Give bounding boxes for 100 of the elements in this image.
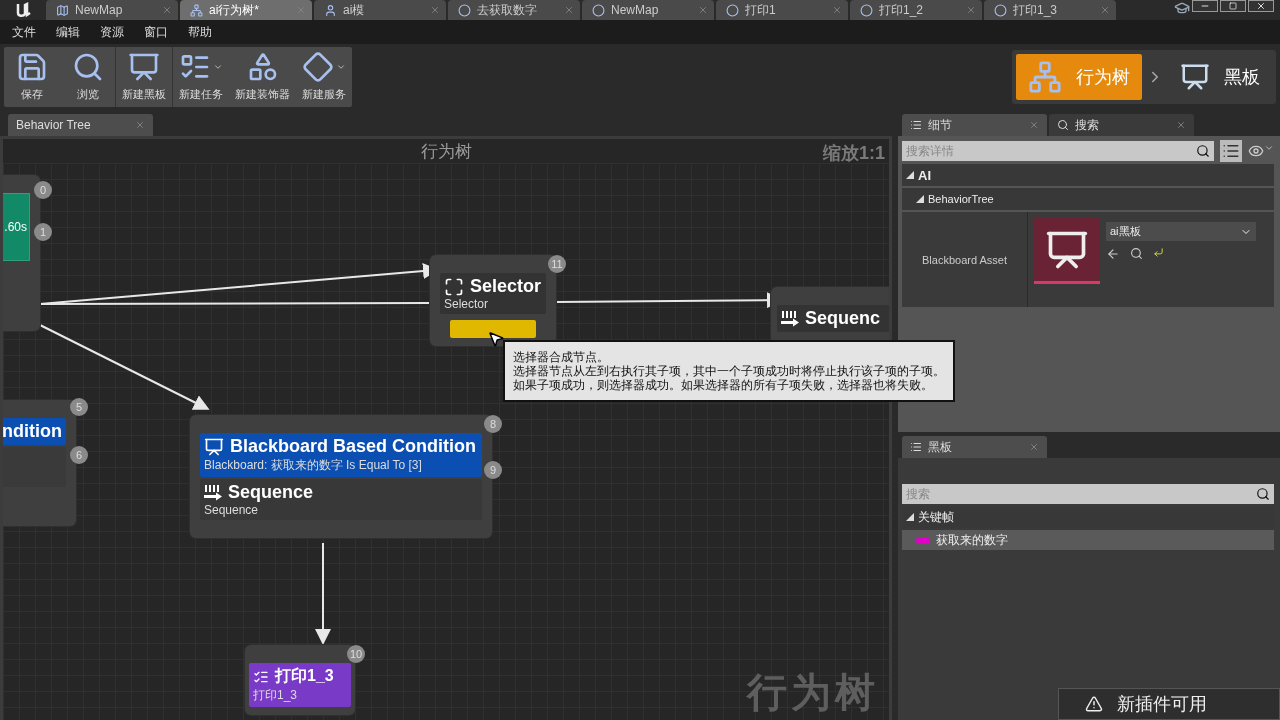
tree-icon xyxy=(1028,60,1062,94)
learn-icon[interactable] xyxy=(1174,0,1190,16)
search-icon xyxy=(1057,119,1069,131)
restore-icon xyxy=(1229,2,1237,10)
node-index-badge: 0 xyxy=(34,181,52,199)
graph-tab[interactable]: Behavior Tree xyxy=(8,114,153,136)
root-node[interactable]: .60s xyxy=(3,175,40,331)
node-subtitle: 打印1_3 xyxy=(253,687,299,704)
toolbar-button[interactable]: 浏览 xyxy=(60,47,116,107)
expand-triangle-icon[interactable] xyxy=(906,513,914,521)
toolbar-icon xyxy=(128,51,160,83)
asset-dropdown[interactable]: ai黑板 xyxy=(1106,222,1256,241)
node-index-badge: 10 xyxy=(347,645,365,663)
decorator-title: ndition xyxy=(3,421,62,442)
node-subtitle: Selector xyxy=(444,297,490,311)
node-index-badge: 6 xyxy=(70,446,88,464)
sequence-icon xyxy=(781,310,799,327)
category-header[interactable]: AI xyxy=(918,167,931,183)
list-icon xyxy=(1222,142,1240,160)
node-title: Sequence xyxy=(228,482,314,503)
tab-icon xyxy=(592,3,605,17)
toolbar-button[interactable]: 新建黑板 xyxy=(116,47,173,107)
close-button[interactable] xyxy=(1248,0,1274,12)
search-icon[interactable] xyxy=(1256,487,1270,501)
node-time-block: .60s xyxy=(3,193,30,261)
tab-icon xyxy=(994,3,1007,17)
node-index-badge: 5 xyxy=(70,398,88,416)
expand-triangle-icon[interactable] xyxy=(916,195,924,203)
node-title: Sequenc xyxy=(805,308,881,329)
toolbar-icon xyxy=(302,51,334,83)
selector-icon xyxy=(444,276,464,297)
blackboard-icon xyxy=(204,436,224,457)
back-arrow-icon[interactable] xyxy=(1106,247,1120,261)
graph-watermark: 行为树 xyxy=(747,669,879,716)
restore-button[interactable] xyxy=(1220,0,1246,12)
warning-icon xyxy=(1085,695,1103,713)
document-tab[interactable]: NewMap xyxy=(582,0,714,20)
visibility-button[interactable] xyxy=(1248,143,1274,159)
minimize-button[interactable] xyxy=(1192,0,1218,12)
property-label: Blackboard Asset xyxy=(902,212,1028,307)
search-icon[interactable] xyxy=(1196,144,1210,158)
toolbar-icon xyxy=(16,51,48,83)
document-tab[interactable]: ai行为树* xyxy=(180,0,312,20)
tab-icon xyxy=(458,3,471,17)
eye-icon xyxy=(1248,143,1264,159)
blackboard-asset-thumbnail[interactable] xyxy=(1034,218,1100,284)
graph-title: 行为树 xyxy=(420,140,472,163)
notification-toast[interactable]: 新插件可用 xyxy=(1058,688,1280,720)
menu-item[interactable]: 资源 xyxy=(90,20,134,44)
close-icon xyxy=(1256,1,1266,11)
tab-icon xyxy=(324,3,337,17)
document-tab[interactable]: 打印1_3 xyxy=(984,0,1116,20)
close-icon[interactable] xyxy=(1176,120,1186,130)
search-icon[interactable] xyxy=(1130,247,1143,261)
details-icon xyxy=(910,119,922,131)
sequence-node[interactable]: Blackboard Based Condition Blackboard: 获取来的数字 Is Equal To [3] Sequence Sequence xyxy=(190,415,492,538)
caret-icon xyxy=(1264,143,1274,153)
menu-item[interactable]: 窗口 xyxy=(134,20,178,44)
category-header[interactable]: 关键帧 xyxy=(918,508,954,526)
mode-button[interactable]: 黑板 xyxy=(1168,54,1272,100)
tab-icon xyxy=(726,3,739,17)
tab-icon xyxy=(190,3,203,17)
blackboard-icon xyxy=(1180,62,1210,92)
tab-icon xyxy=(860,3,873,17)
sequence-icon xyxy=(204,484,222,501)
decorator-title: Blackboard Based Condition xyxy=(230,436,477,457)
document-tab[interactable]: 打印1 xyxy=(716,0,848,20)
menu-item[interactable]: 文件 xyxy=(2,20,46,44)
node-index-badge: 9 xyxy=(484,461,502,479)
search-field[interactable]: 搜索 xyxy=(902,484,1252,504)
panel-tab[interactable]: 黑板 xyxy=(902,436,1047,458)
node-index-badge: 1 xyxy=(34,223,52,241)
subcategory-header[interactable]: BehaviorTree xyxy=(928,193,994,205)
cursor-icon xyxy=(487,330,505,348)
document-tab[interactable]: ai模 xyxy=(314,0,446,20)
blackboard-key[interactable]: 获取来的数字 xyxy=(902,530,1274,550)
node-index-badge: 11 xyxy=(548,255,566,273)
document-tab[interactable]: 打印1_2 xyxy=(850,0,982,20)
node-index-badge: 8 xyxy=(484,415,502,433)
menu-item[interactable]: 帮助 xyxy=(178,20,222,44)
tab-icon xyxy=(56,3,69,17)
toolbar-button[interactable]: 保存 xyxy=(4,47,60,107)
menu-item[interactable]: 编辑 xyxy=(46,20,90,44)
panel-tab[interactable]: 搜索 xyxy=(1049,114,1194,136)
panel-tab[interactable]: 细节 xyxy=(902,114,1047,136)
view-options-button[interactable] xyxy=(1220,140,1242,162)
document-tab[interactable]: 去获取数字 xyxy=(448,0,580,20)
tooltip: 选择器合成节点。 选择器节点从左到右执行其子项，其中一个子项成功时将停止执行该子项的子项。 如果子项成功，则选择器成功。如果选择器的所有子项失败，选择器也将失败。 xyxy=(503,340,955,402)
toolbar-button[interactable]: 新建服务 xyxy=(296,47,352,107)
node-title: Selector xyxy=(470,276,542,297)
node-title: 打印1_3 xyxy=(275,666,334,686)
toolbar-button[interactable]: 新建装饰器 xyxy=(229,47,296,107)
decorator-subtitle: Blackboard: 获取来的数字 Is Equal To [3] xyxy=(204,457,423,474)
toolbar-button[interactable]: 新建任务 xyxy=(173,47,229,107)
decorator-node[interactable]: ndition xyxy=(3,400,76,526)
document-tab[interactable]: NewMap xyxy=(46,0,178,20)
zoom-label: 缩放1:1 xyxy=(823,142,885,165)
node-subtitle: Sequence xyxy=(204,503,260,517)
search-field[interactable]: 搜索详情 xyxy=(902,141,1192,161)
expand-triangle-icon[interactable] xyxy=(906,171,914,179)
